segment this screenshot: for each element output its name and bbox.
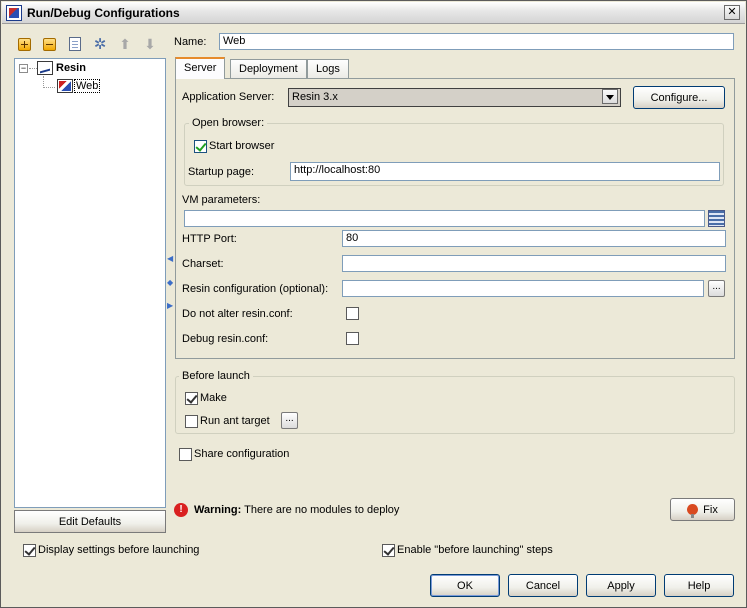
tree-node-resin[interactable]: Resin <box>56 62 86 74</box>
configure-button[interactable]: Configure... <box>633 86 725 109</box>
enable-before-launching-label: Enable "before launching" steps <box>397 544 553 556</box>
application-server-select[interactable]: Resin 3.x <box>288 88 621 107</box>
cancel-button[interactable]: Cancel <box>508 574 578 597</box>
ant-target-browse-button[interactable]: ... <box>281 412 298 429</box>
fix-label: Fix <box>703 503 718 516</box>
ok-button[interactable]: OK <box>430 574 500 597</box>
wrench-icon: ✲ <box>93 35 107 53</box>
app-icon <box>6 5 22 21</box>
tab-server[interactable]: Server <box>175 57 226 79</box>
close-button[interactable]: ✕ <box>724 5 740 20</box>
http-port-label: HTTP Port: <box>182 233 237 245</box>
add-configuration-button[interactable] <box>15 35 33 53</box>
name-label: Name: <box>174 36 207 48</box>
title-bar: Run/Debug Configurations ✕ <box>2 2 745 24</box>
window-title: Run/Debug Configurations <box>27 6 180 20</box>
resin-config-field[interactable] <box>342 280 704 297</box>
help-button[interactable]: Help <box>664 574 734 597</box>
fix-button[interactable]: Fix <box>670 498 735 521</box>
collapse-toggle[interactable]: − <box>19 64 28 73</box>
error-icon: ! <box>174 503 188 517</box>
copy-configuration-button[interactable] <box>66 35 84 53</box>
tree-node-web[interactable]: Web <box>73 79 101 93</box>
copy-icon <box>69 37 81 51</box>
warning-prefix: Warning: <box>194 504 242 516</box>
application-server-label: Application Server: <box>182 91 275 103</box>
web-config-icon <box>57 79 73 93</box>
tab-deployment[interactable]: Deployment <box>230 59 307 78</box>
resin-icon <box>37 61 53 75</box>
move-up-icon: ⬆ <box>119 36 131 52</box>
name-field[interactable]: Web <box>219 33 734 50</box>
browse-resin-config-button[interactable]: ... <box>708 280 725 297</box>
splitter-right-arrow[interactable]: ▶ <box>167 301 173 310</box>
share-configuration-checkbox[interactable] <box>179 448 192 461</box>
edit-defaults-toolbar-button[interactable]: ✲ <box>91 35 109 53</box>
run-debug-dialog: Run/Debug Configurations ✕ ✲ ⬆ ⬇ − Resin… <box>0 0 747 608</box>
apply-button[interactable]: Apply <box>586 574 656 597</box>
vm-parameters-label: VM parameters: <box>182 194 261 206</box>
chevron-down-icon[interactable] <box>602 89 618 104</box>
warning-text: There are no modules to deploy <box>241 504 400 516</box>
lightbulb-icon <box>687 504 699 518</box>
before-launch-title: Before launch <box>179 370 253 382</box>
display-settings-checkbox[interactable] <box>23 544 36 557</box>
splitter-both-arrow[interactable]: ◆ <box>167 278 173 287</box>
http-port-field[interactable]: 80 <box>342 230 726 247</box>
tree-connector <box>29 68 37 69</box>
tab-logs[interactable]: Logs <box>307 59 349 78</box>
move-up-button[interactable]: ⬆ <box>116 35 134 53</box>
open-browser-title: Open browser: <box>189 117 268 129</box>
startup-page-label: Startup page: <box>188 166 255 178</box>
do-not-alter-label: Do not alter resin.conf: <box>182 308 293 320</box>
vm-parameters-field[interactable] <box>184 210 705 227</box>
run-ant-target-checkbox[interactable] <box>185 415 198 428</box>
remove-icon <box>42 37 56 51</box>
share-configuration-label: Share configuration <box>194 448 290 460</box>
tree-connector <box>43 87 55 88</box>
configurations-tree[interactable]: − Resin Web <box>14 58 166 508</box>
move-down-icon: ⬇ <box>144 36 156 52</box>
debug-resin-conf-label: Debug resin.conf: <box>182 333 269 345</box>
move-down-button[interactable]: ⬇ <box>141 35 159 53</box>
start-browser-checkbox[interactable] <box>194 140 207 153</box>
do-not-alter-checkbox[interactable] <box>346 307 359 320</box>
start-browser-label: Start browser <box>209 140 275 152</box>
add-icon <box>17 37 31 51</box>
charset-label: Charset: <box>182 258 224 270</box>
charset-field[interactable] <box>342 255 726 272</box>
remove-configuration-button[interactable] <box>40 35 58 53</box>
display-settings-label: Display settings before launching <box>38 544 200 556</box>
warning-message: Warning: There are no modules to deploy <box>194 504 399 516</box>
expand-text-icon[interactable] <box>708 210 725 227</box>
make-checkbox[interactable] <box>185 392 198 405</box>
run-ant-target-label: Run ant target <box>200 415 270 427</box>
debug-resin-conf-checkbox[interactable] <box>346 332 359 345</box>
startup-page-field[interactable]: http://localhost:80 <box>290 162 720 181</box>
make-label: Make <box>200 392 227 404</box>
edit-defaults-button[interactable]: Edit Defaults <box>14 510 166 533</box>
enable-before-launching-checkbox[interactable] <box>382 544 395 557</box>
resin-config-label: Resin configuration (optional): <box>182 283 329 295</box>
splitter-left-arrow[interactable]: ◀ <box>167 254 173 263</box>
